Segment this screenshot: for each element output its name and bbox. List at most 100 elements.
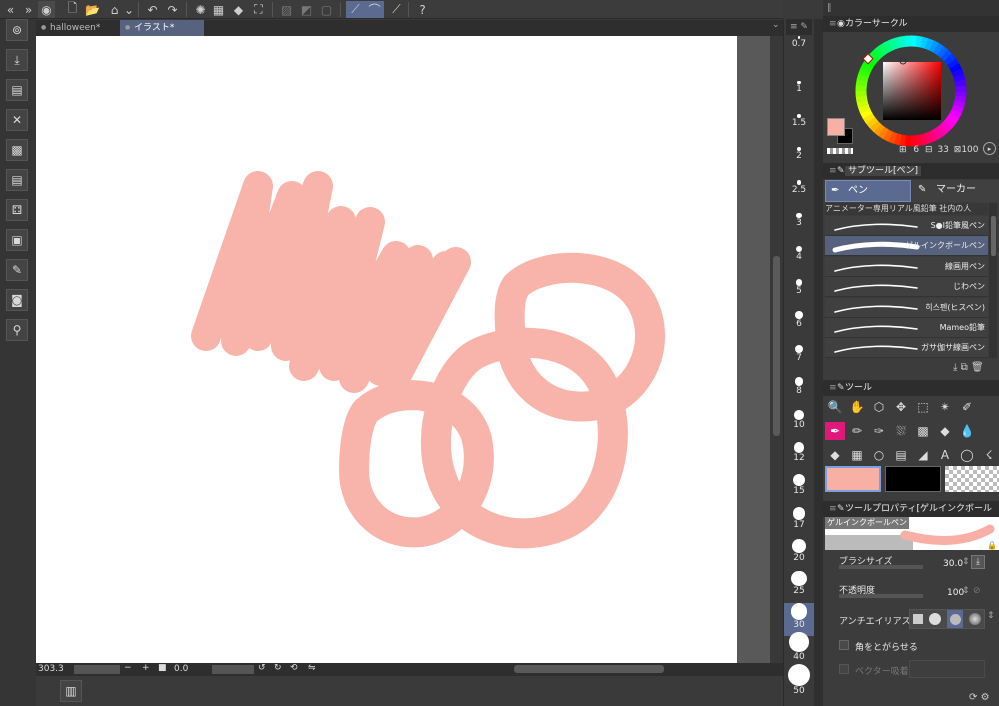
opacity-slider[interactable] <box>839 594 923 598</box>
rotation-slider[interactable] <box>212 665 254 674</box>
subtool-scroll-thumb[interactable] <box>991 216 996 256</box>
pen-tool-icon[interactable]: ✒ <box>825 422 845 440</box>
brush-size-item[interactable]: 3 <box>784 212 814 234</box>
expand-right-icon[interactable]: » <box>20 1 37 18</box>
fit-icon[interactable]: ■ <box>158 663 167 673</box>
tool-settings-icon[interactable]: ⚙ <box>981 692 990 703</box>
transparent-color-swatch[interactable] <box>827 148 853 154</box>
antialias-strong-icon[interactable] <box>969 613 981 625</box>
invert-selection-icon[interactable]: ◩ <box>298 1 315 18</box>
brush-size-item[interactable]: 2.5 <box>784 180 814 201</box>
antialias-stepper[interactable]: ⇕ <box>987 611 995 621</box>
help-icon[interactable]: ? <box>414 1 431 18</box>
fill-tool-icon[interactable]: ◆ <box>825 446 845 464</box>
opacity-stepper[interactable]: ⇕ <box>962 586 970 596</box>
layer-icon[interactable]: ▤ <box>6 79 28 101</box>
redo-icon[interactable]: ↷ <box>164 1 181 18</box>
accessibility-icon[interactable]: ⚲ <box>6 319 28 341</box>
color-mode-icon[interactable]: ▸ <box>983 142 996 155</box>
panel-icon[interactable]: ▣ <box>6 229 28 251</box>
material-icon[interactable]: ▩ <box>6 139 28 161</box>
subtool-item[interactable]: 線画用ペン <box>825 256 988 277</box>
brush-size-link-icon[interactable]: ⤓ <box>971 555 985 569</box>
antialias-medium-icon[interactable] <box>947 610 963 628</box>
tab-list-chevron-icon[interactable]: ⌄ <box>772 20 780 30</box>
balloon-icon[interactable]: ◯ <box>957 446 977 464</box>
brush-size-item[interactable]: 17 <box>784 507 814 536</box>
new-file-icon[interactable]: 🗋 <box>64 1 81 18</box>
tab-halloween[interactable]: halloween* <box>36 20 118 36</box>
airbrush-icon[interactable]: ⛆ <box>891 422 911 440</box>
rotate-left-icon[interactable]: ↺ <box>258 663 266 673</box>
zoom-value[interactable]: 303.3 <box>38 664 64 674</box>
fill-icon[interactable]: ◆ <box>230 1 247 18</box>
ruler-icon[interactable]: ◢ <box>913 446 933 464</box>
brush-size-item[interactable]: 20 <box>784 539 814 569</box>
pencil-tool-icon[interactable]: ✏ <box>847 422 867 440</box>
vector-checkbox[interactable] <box>839 664 849 674</box>
tab-illust[interactable]: イラスト* <box>120 20 204 36</box>
brush-size-item[interactable]: 1.5 <box>784 114 814 134</box>
reset-rotation-icon[interactable]: ⟲ <box>290 663 298 673</box>
loading-icon[interactable]: ✺ <box>192 1 209 18</box>
eraser-icon[interactable]: ◆ <box>935 422 955 440</box>
rotation-value[interactable]: 0.0 <box>174 664 188 674</box>
lock-icon[interactable]: 🔒 <box>987 541 997 550</box>
move-icon[interactable]: ✥ <box>891 398 911 416</box>
rotate-icon[interactable]: ⬡ <box>869 398 889 416</box>
subtool-item[interactable]: S●I鉛筆風ペン <box>825 216 988 236</box>
brush-size-item[interactable]: 5 <box>784 279 814 302</box>
flip-icon[interactable]: ⇋ <box>308 663 316 673</box>
brush-size-item[interactable]: 40 <box>784 632 814 668</box>
line-correction-icon[interactable]: ☇ <box>979 446 999 464</box>
figure-icon[interactable]: ○ <box>869 446 889 464</box>
sharpen-checkbox[interactable] <box>839 640 849 650</box>
vector-options[interactable] <box>909 660 985 678</box>
frame-icon[interactable]: ▤ <box>891 446 911 464</box>
antialias-options[interactable] <box>909 609 985 629</box>
subtool-title[interactable]: サブツール[ペン] <box>845 166 922 176</box>
zoom-icon[interactable]: 🔍 <box>825 398 845 416</box>
animation-icon[interactable]: ⚃ <box>6 199 28 221</box>
transparent-color-chip[interactable] <box>945 466 999 492</box>
antialias-none-icon[interactable] <box>913 614 923 624</box>
selection-border-icon[interactable]: ▢ <box>318 1 335 18</box>
brush-size-value[interactable]: 30.0 <box>943 559 963 569</box>
brush-size-item[interactable]: 25 <box>784 570 814 603</box>
canvas-scroll-thumb[interactable] <box>773 256 780 436</box>
edit-icon[interactable]: ✎ <box>6 259 28 281</box>
brush-size-item[interactable]: 30 <box>784 603 814 636</box>
magic-wand-icon[interactable]: ✴ <box>935 398 955 416</box>
deselect-icon[interactable]: ▨ <box>278 1 295 18</box>
brush-size-item[interactable]: 12 <box>784 442 814 469</box>
snap-ruler-icon[interactable]: ⟋ <box>346 1 365 18</box>
save-icon[interactable]: ⌂ <box>106 1 123 18</box>
subtool-item[interactable]: じわペン <box>825 277 988 298</box>
brush-size-slider[interactable] <box>839 565 923 569</box>
selection-icon[interactable]: ⬚ <box>913 398 933 416</box>
brush-size-item[interactable]: 1 <box>784 80 814 100</box>
timeline-icon[interactable]: ▥ <box>60 680 82 702</box>
brush-size-item[interactable]: 8 <box>784 377 814 402</box>
reset-icon[interactable]: ⟳ <box>969 692 977 703</box>
text-icon[interactable]: A <box>935 446 955 464</box>
canvas-area[interactable] <box>36 36 783 663</box>
subtool-item[interactable]: Mameo鉛筆 <box>825 318 988 338</box>
subtool-tab-marker[interactable]: ✎ マーカー <box>912 180 999 202</box>
clear-icon[interactable]: ▦ <box>210 1 227 18</box>
import-icon[interactable]: ⤓ <box>6 49 28 71</box>
brush-size-item[interactable]: 50 <box>784 664 814 702</box>
close-icon[interactable]: ✕ <box>6 109 28 131</box>
opacity-link-icon[interactable]: ⊘ <box>973 586 981 596</box>
brush-size-item[interactable]: 2 <box>784 146 814 167</box>
app-logo-icon[interactable]: ◉ <box>38 1 55 18</box>
subtool-item[interactable]: ゲルインクボールペン <box>825 236 988 257</box>
transform-icon[interactable]: ⛶ <box>250 1 267 18</box>
brush-size-item[interactable]: 10 <box>784 410 814 436</box>
undo-icon[interactable]: ↶ <box>144 1 161 18</box>
snap-grid-icon[interactable]: ⟋ <box>388 1 405 18</box>
snap-special-ruler-icon[interactable]: ⌒ <box>365 1 384 18</box>
color-wheel[interactable] <box>855 35 967 147</box>
brush-size-item[interactable]: 15 <box>784 473 814 502</box>
main-color-chip[interactable] <box>825 466 881 492</box>
